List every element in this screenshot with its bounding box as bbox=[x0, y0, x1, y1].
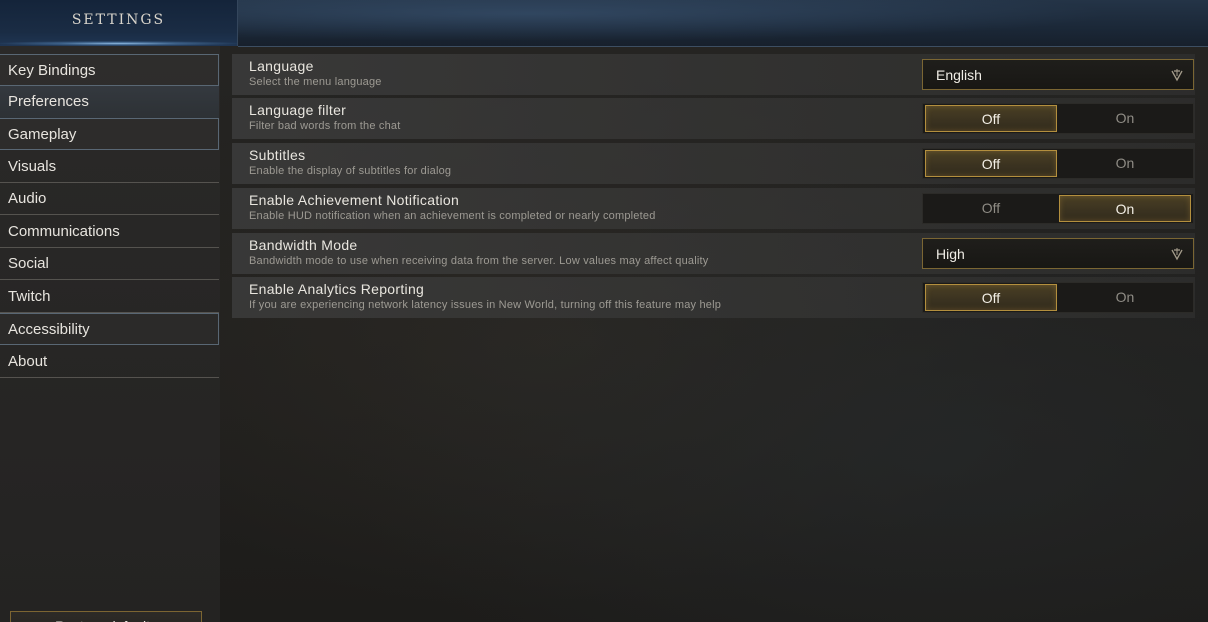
sidebar-item-accessibility[interactable]: Accessibility bbox=[0, 313, 219, 345]
sidebar-item-key-bindings[interactable]: Key Bindings bbox=[0, 54, 219, 86]
top-banner bbox=[238, 0, 1208, 47]
language-dropdown[interactable]: English bbox=[922, 59, 1194, 90]
setting-description: Filter bad words from the chat bbox=[249, 120, 401, 132]
title-panel: SETTINGS bbox=[0, 0, 238, 46]
toggle-off-option[interactable]: Off bbox=[925, 105, 1057, 132]
toggle-on-option[interactable]: On bbox=[1059, 195, 1191, 222]
sidebar-item-social[interactable]: Social bbox=[0, 248, 219, 280]
setting-row-language: Language Select the menu language Englis… bbox=[232, 54, 1195, 95]
setting-row-achievement-notification: Enable Achievement Notification Enable H… bbox=[232, 188, 1195, 229]
page-title: SETTINGS bbox=[71, 12, 166, 28]
bandwidth-mode-dropdown[interactable]: High bbox=[922, 238, 1194, 269]
setting-row-bandwidth-mode: Bandwidth Mode Bandwidth mode to use whe… bbox=[232, 233, 1195, 274]
sidebar-item-communications[interactable]: Communications bbox=[0, 216, 219, 248]
toggle-on-option[interactable]: On bbox=[1059, 150, 1191, 177]
setting-description: If you are experiencing network latency … bbox=[249, 299, 722, 311]
toggle-on-option[interactable]: On bbox=[1059, 284, 1191, 311]
setting-description: Select the menu language bbox=[249, 76, 382, 88]
subtitles-toggle: Off On bbox=[922, 148, 1194, 179]
setting-description: Enable HUD notification when an achievem… bbox=[249, 210, 656, 222]
toggle-off-option[interactable]: Off bbox=[925, 195, 1057, 222]
restore-defaults-button[interactable]: Restore defaults bbox=[10, 611, 202, 622]
settings-screen: SETTINGS Key Bindings Preferences Gamepl… bbox=[0, 0, 1208, 622]
setting-title: Bandwidth Mode bbox=[249, 237, 358, 253]
setting-row-subtitles: Subtitles Enable the display of subtitle… bbox=[232, 143, 1195, 184]
setting-title: Language filter bbox=[249, 102, 347, 118]
language-filter-toggle: Off On bbox=[922, 103, 1194, 134]
setting-row-analytics-reporting: Enable Analytics Reporting If you are ex… bbox=[232, 277, 1195, 318]
sidebar-item-preferences[interactable]: Preferences bbox=[0, 86, 219, 118]
setting-description: Enable the display of subtitles for dial… bbox=[249, 165, 452, 177]
sidebar-item-about[interactable]: About bbox=[0, 346, 219, 378]
setting-title: Enable Analytics Reporting bbox=[249, 281, 425, 297]
setting-title: Language bbox=[249, 58, 314, 74]
setting-title: Subtitles bbox=[249, 147, 306, 163]
analytics-reporting-toggle: Off On bbox=[922, 282, 1194, 313]
setting-row-language-filter: Language filter Filter bad words from th… bbox=[232, 98, 1195, 139]
dropdown-value: English bbox=[936, 67, 982, 83]
sidebar-item-audio[interactable]: Audio bbox=[0, 183, 219, 215]
toggle-off-option[interactable]: Off bbox=[925, 150, 1057, 177]
achievement-notification-toggle: Off On bbox=[922, 193, 1194, 224]
setting-description: Bandwidth mode to use when receiving dat… bbox=[249, 255, 709, 267]
setting-title: Enable Achievement Notification bbox=[249, 192, 460, 208]
sidebar-item-visuals[interactable]: Visuals bbox=[0, 151, 219, 183]
chevron-down-icon bbox=[1171, 69, 1183, 82]
sidebar-item-twitch[interactable]: Twitch bbox=[0, 281, 219, 313]
sidebar-item-gameplay[interactable]: Gameplay bbox=[0, 118, 219, 150]
dropdown-value: High bbox=[936, 246, 965, 262]
chevron-down-icon bbox=[1171, 248, 1183, 261]
sidebar: Key Bindings Preferences Gameplay Visual… bbox=[0, 46, 220, 622]
toggle-off-option[interactable]: Off bbox=[925, 284, 1057, 311]
toggle-on-option[interactable]: On bbox=[1059, 105, 1191, 132]
